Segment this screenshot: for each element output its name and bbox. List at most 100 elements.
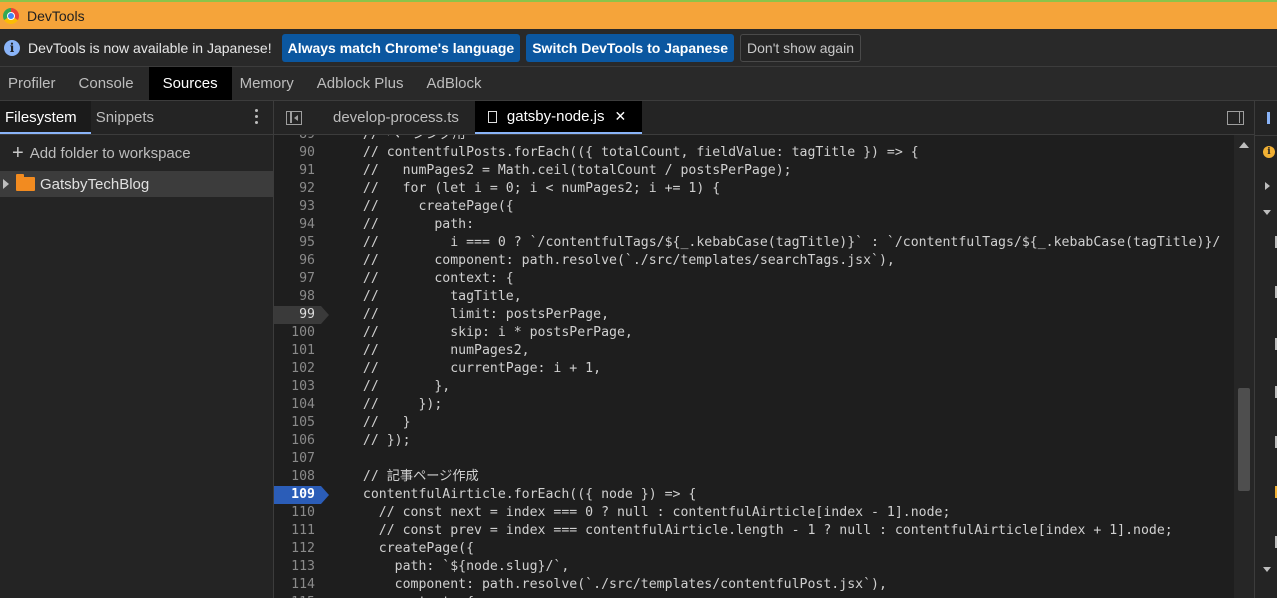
tab-filesystem[interactable]: Filesystem <box>0 101 91 134</box>
expand-arrow-icon[interactable] <box>1265 182 1270 190</box>
code-line[interactable]: 106 // }); <box>274 432 1234 450</box>
line-number[interactable]: 108 <box>274 468 321 486</box>
line-number[interactable]: 114 <box>274 576 321 594</box>
code-line[interactable]: 89 // ページング用 <box>274 135 1234 144</box>
window-titlebar: DevTools <box>0 0 1277 29</box>
scrollbar-thumb[interactable] <box>1238 388 1250 491</box>
code-line[interactable]: 112 createPage({ <box>274 540 1234 558</box>
tab-memory[interactable]: Memory <box>232 67 309 100</box>
code-line[interactable]: 105 // } <box>274 414 1234 432</box>
line-number[interactable]: 90 <box>274 144 321 162</box>
code-text: // numPages2 = Math.ceil(totalCount / po… <box>347 163 792 178</box>
line-number[interactable]: 113 <box>274 558 321 576</box>
line-number[interactable]: 112 <box>274 540 321 558</box>
line-number[interactable]: 91 <box>274 162 321 180</box>
tab-adblock[interactable]: AdBlock <box>418 67 496 100</box>
code-text: context: { <box>347 594 474 598</box>
line-number[interactable]: 107 <box>274 450 321 468</box>
gutter-gap <box>321 450 347 468</box>
dont-show-again-button[interactable]: Don't show again <box>740 33 861 62</box>
code-line[interactable]: 97 // context: { <box>274 270 1234 288</box>
line-number[interactable]: 106 <box>274 432 321 450</box>
line-number[interactable]: 92 <box>274 180 321 198</box>
code-line[interactable]: 90 // contentfulPosts.forEach(({ totalCo… <box>274 144 1234 162</box>
window-title: DevTools <box>27 7 85 24</box>
toggle-debugger-icon[interactable] <box>1227 111 1244 125</box>
code-text: // }); <box>347 433 411 448</box>
line-number[interactable]: 111 <box>274 522 321 540</box>
line-number[interactable]: 100 <box>274 324 321 342</box>
switch-to-japanese-button[interactable]: Switch DevTools to Japanese <box>526 33 735 62</box>
line-number[interactable]: 89 <box>274 135 321 144</box>
code-line[interactable]: 91 // numPages2 = Math.ceil(totalCount /… <box>274 162 1234 180</box>
code-line[interactable]: 107 <box>274 450 1234 468</box>
line-number[interactable]: 105 <box>274 414 321 432</box>
line-number[interactable]: 110 <box>274 504 321 522</box>
language-infobar: i DevTools is now available in Japanese!… <box>0 29 1277 67</box>
editor-scrollbar[interactable] <box>1234 135 1254 598</box>
collapse-arrow-icon[interactable] <box>1263 210 1271 215</box>
gutter-gap <box>321 378 347 396</box>
line-number[interactable]: 96 <box>274 252 321 270</box>
code-line[interactable]: 101 // numPages2, <box>274 342 1234 360</box>
expand-arrow-icon[interactable] <box>3 179 9 189</box>
line-number[interactable]: 102 <box>274 360 321 378</box>
line-number[interactable]: 95 <box>274 234 321 252</box>
chrome-logo-icon <box>3 7 19 24</box>
tab-console[interactable]: Console <box>71 67 149 100</box>
code-line[interactable]: 95 // i === 0 ? `/contentfulTags/${_.keb… <box>274 234 1234 252</box>
code-line[interactable]: 92 // for (let i = 0; i < numPages2; i +… <box>274 180 1234 198</box>
line-number[interactable]: 97 <box>274 270 321 288</box>
gutter-gap <box>321 396 347 414</box>
line-number[interactable]: 93 <box>274 198 321 216</box>
code-text: contentfulAirticle.forEach(({ node }) =>… <box>347 487 697 502</box>
code-text: // 記事ページ作成 <box>347 469 479 484</box>
code-line[interactable]: 108 // 記事ページ作成 <box>274 468 1234 486</box>
code-line[interactable]: 100 // skip: i * postsPerPage, <box>274 324 1234 342</box>
file-tab-develop-process[interactable]: develop-process.ts <box>320 101 475 134</box>
code-text: // path: <box>347 217 475 232</box>
line-number[interactable]: 98 <box>274 288 321 306</box>
code-line[interactable]: 111 // const prev = index === contentful… <box>274 522 1234 540</box>
code-line[interactable]: 99 // limit: postsPerPage, <box>274 306 1234 324</box>
code-line[interactable]: 114 component: path.resolve(`./src/templ… <box>274 576 1234 594</box>
line-number[interactable]: 103 <box>274 378 321 396</box>
breakpoint-line-number[interactable]: 109 <box>274 486 329 504</box>
gutter-gap <box>321 432 347 450</box>
tab-profiler[interactable]: Profiler <box>0 67 71 100</box>
code-line[interactable]: 103 // }, <box>274 378 1234 396</box>
gutter-gap <box>321 504 347 522</box>
collapse-arrow-icon[interactable] <box>1263 567 1271 572</box>
debugger-toolbar <box>1255 101 1277 136</box>
always-match-language-button[interactable]: Always match Chrome's language <box>281 33 521 62</box>
workspace-folder-row[interactable]: GatsbyTechBlog <box>0 171 273 197</box>
toggle-navigator-icon[interactable] <box>286 110 302 125</box>
add-folder-button[interactable]: + Add folder to workspace <box>0 135 273 171</box>
line-number[interactable]: 99 <box>274 306 329 324</box>
debugger-panel: i <box>1254 101 1277 598</box>
line-number[interactable]: 104 <box>274 396 321 414</box>
scroll-up-icon[interactable] <box>1239 142 1249 148</box>
file-tab-gatsby-node[interactable]: gatsby-node.js ✕ <box>474 100 643 134</box>
code-line[interactable]: 109 contentfulAirticle.forEach(({ node }… <box>274 486 1234 504</box>
code-line[interactable]: 104 // }); <box>274 396 1234 414</box>
code-line[interactable]: 93 // createPage({ <box>274 198 1234 216</box>
code-line[interactable]: 96 // component: path.resolve(`./src/tem… <box>274 252 1234 270</box>
tab-sources[interactable]: Sources <box>148 67 232 100</box>
code-line[interactable]: 94 // path: <box>274 216 1234 234</box>
tab-snippets[interactable]: Snippets <box>91 101 168 134</box>
line-number[interactable]: 115 <box>274 594 321 598</box>
tab-adblock-plus[interactable]: Adblock Plus <box>309 67 419 100</box>
kebab-menu-icon[interactable] <box>255 109 259 127</box>
code-text: // skip: i * postsPerPage, <box>347 325 633 340</box>
code-line[interactable]: 113 path: `${node.slug}/`, <box>274 558 1234 576</box>
close-tab-icon[interactable]: ✕ <box>614 100 626 133</box>
code-line[interactable]: 98 // tagTitle, <box>274 288 1234 306</box>
line-number[interactable]: 94 <box>274 216 321 234</box>
code-line[interactable]: 102 // currentPage: i + 1, <box>274 360 1234 378</box>
code-line[interactable]: 115 context: { <box>274 594 1234 598</box>
line-number[interactable]: 101 <box>274 342 321 360</box>
gutter-gap <box>321 324 347 342</box>
code-line[interactable]: 110 // const next = index === 0 ? null :… <box>274 504 1234 522</box>
code-editor[interactable]: 89 // ページング用90 // contentfulPosts.forEac… <box>274 135 1234 598</box>
